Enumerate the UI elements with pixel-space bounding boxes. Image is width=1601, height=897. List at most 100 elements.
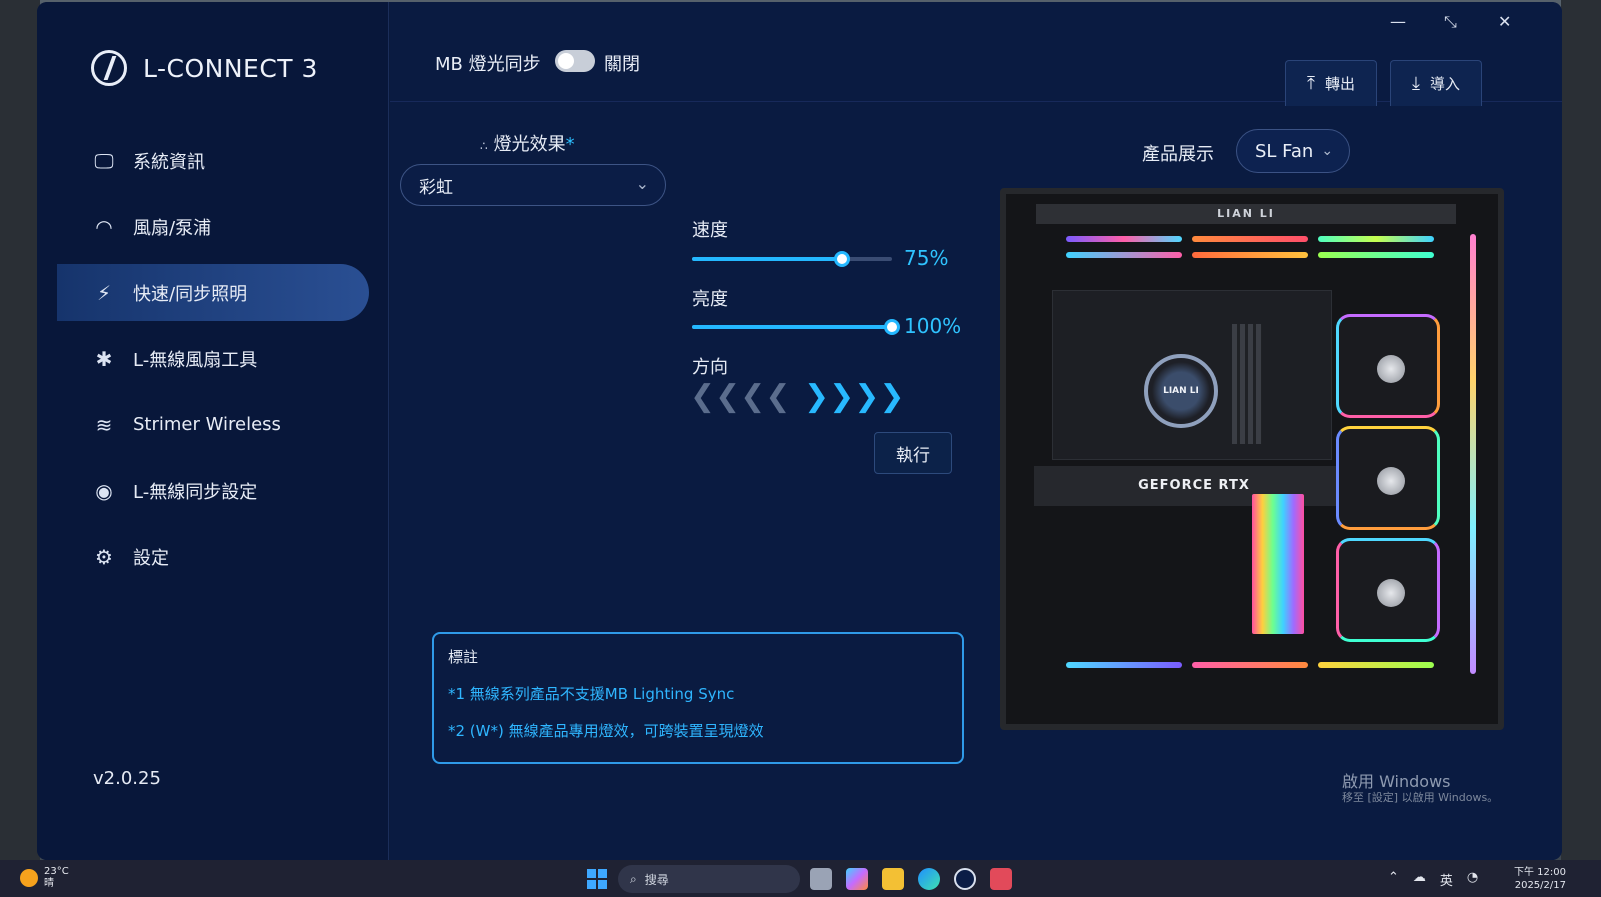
product-select[interactable]: SL Fan ⌄: [1236, 129, 1350, 173]
rgb-fan-strip: [1066, 662, 1182, 668]
rgb-fan-strip: [1192, 236, 1308, 242]
notes-title: 標註: [448, 648, 479, 666]
cloud-icon[interactable]: ☁: [1413, 870, 1426, 889]
lightning-icon: ⚡: [96, 280, 112, 305]
mb-sync-state: 關閉: [604, 54, 640, 75]
export-button[interactable]: ⤒ 轉出: [1285, 60, 1377, 106]
chevron-down-icon: ⌄: [1321, 143, 1334, 159]
main-panel: MB 燈光同步 關閉 — ⤡ ✕ ⤒ 轉出 ⤓ 導入 ∴ 燈光效果* 彩虹 ⌄ 速…: [390, 2, 1562, 860]
speed-slider-knob[interactable]: [834, 251, 850, 267]
speed-slider[interactable]: [692, 251, 892, 267]
rgb-fan-strip: [1192, 252, 1308, 258]
windows-logo-pane: [598, 869, 607, 878]
side-fan: [1336, 426, 1440, 530]
pc-case-preview: LIAN LI LIAN LI GEFORCE RTX: [1000, 188, 1504, 730]
snipping-tool-icon[interactable]: [990, 868, 1012, 890]
version-label: v2.0.25: [93, 768, 161, 789]
sidebar: L-CONNECT 3 🖵 系統資訊 ◠ 風扇/泵浦 ⚡ 快速/同步照明 ✱ L…: [37, 2, 389, 860]
sidebar-item-label: L-無線同步設定: [133, 481, 258, 503]
effect-label: ∴ 燈光效果*: [480, 134, 575, 155]
brightness-label: 亮度: [692, 289, 728, 310]
rgb-fan-strip: [1192, 662, 1308, 668]
speed-slider-fill: [692, 257, 842, 261]
sidebar-nav: 🖵 系統資訊 ◠ 風扇/泵浦 ⚡ 快速/同步照明 ✱ L-無線風扇工具 ≋ St…: [57, 132, 369, 594]
search-icon: ⌕: [630, 871, 637, 886]
wireless-sync-icon: ◉: [95, 478, 113, 503]
import-button[interactable]: ⤓ 導入: [1390, 60, 1482, 106]
ram-modules: [1232, 324, 1262, 444]
aio-cooler: LIAN LI: [1144, 354, 1218, 428]
brightness-slider-fill: [692, 325, 892, 329]
lianli-logo-icon: [91, 50, 127, 86]
l-connect-window: L-CONNECT 3 🖵 系統資訊 ◠ 風扇/泵浦 ⚡ 快速/同步照明 ✱ L…: [37, 2, 1562, 860]
windows-logo-pane: [587, 880, 596, 889]
effect-select-value: 彩虹: [419, 177, 453, 198]
direction-label: 方向: [692, 357, 728, 378]
sidebar-item-system-info[interactable]: 🖵 系統資訊: [57, 132, 369, 189]
app-title: L-CONNECT 3: [143, 53, 318, 83]
notes-line-2: *2 (W*) 無線產品專用燈效，可跨裝置呈現燈效: [448, 722, 764, 740]
sidebar-item-fan-pump[interactable]: ◠ 風扇/泵浦: [57, 198, 369, 255]
strimer-icon: ≋: [95, 412, 113, 437]
weather-desc: 晴: [44, 878, 54, 889]
brightness-slider[interactable]: [692, 319, 900, 335]
speed-value: 75%: [904, 246, 949, 270]
case-side-rgb-strip: [1470, 234, 1476, 674]
desktop-left-edge: [0, 0, 40, 860]
direction-left-button[interactable]: ❮❮❮❮: [690, 382, 791, 412]
strimer-cable: [1252, 494, 1304, 634]
fan-hub: [1377, 467, 1405, 495]
weather-temp: 23°C: [44, 866, 69, 877]
clock-time: 下午 12:00: [1514, 867, 1566, 878]
search-placeholder: 搜尋: [644, 872, 669, 887]
copilot-icon[interactable]: [846, 868, 868, 890]
clock-date: 2025/2/17: [1514, 880, 1566, 891]
chevron-up-icon[interactable]: ⌃: [1388, 870, 1399, 889]
rgb-fan-strip: [1318, 236, 1434, 242]
chevron-down-icon: ⌄: [635, 174, 649, 193]
taskbar: 23°C 晴 ⌕ 搜尋 ⌃ ☁ 英 ◔ 下午 12:00 2025/2/17: [0, 860, 1601, 897]
ime-indicator[interactable]: 英: [1440, 870, 1453, 889]
file-explorer-icon[interactable]: [882, 868, 904, 890]
product-select-value: SL Fan: [1255, 140, 1314, 162]
edge-icon[interactable]: [918, 868, 940, 890]
download-icon: ⤓: [1412, 73, 1420, 94]
fan-hub: [1377, 579, 1405, 607]
wifi-icon[interactable]: ◔: [1467, 870, 1478, 889]
case-brand-label: LIAN LI: [1036, 204, 1456, 224]
taskbar-clock[interactable]: 下午 12:00 2025/2/17: [1514, 866, 1566, 892]
rgb-fan-strip: [1318, 662, 1434, 668]
rgb-fan-strip: [1066, 236, 1182, 242]
windows-activation-hint: 移至 [設定] 以啟用 Windows。: [1342, 791, 1499, 804]
top-bar: MB 燈光同步 關閉 — ⤡ ✕ ⤒ 轉出 ⤓ 導入: [390, 2, 1562, 106]
sidebar-item-label: 快速/同步照明: [133, 283, 248, 305]
desktop-right-edge: [1561, 0, 1601, 860]
task-view-icon[interactable]: [810, 868, 832, 890]
sidebar-item-label: 系統資訊: [133, 151, 205, 173]
rgb-fan-strip: [1318, 252, 1434, 258]
sidebar-item-quick-sync-lighting[interactable]: ⚡ 快速/同步照明: [57, 264, 369, 321]
taskbar-search[interactable]: ⌕ 搜尋: [618, 865, 800, 893]
minimize-button[interactable]: —: [1390, 12, 1406, 31]
close-button[interactable]: ✕: [1498, 12, 1511, 31]
gear-icon: ⚙: [95, 544, 113, 569]
sidebar-item-settings[interactable]: ⚙ 設定: [57, 528, 369, 585]
mb-sync-toggle[interactable]: [555, 50, 595, 72]
upload-icon: ⤒: [1307, 73, 1315, 94]
direction-right-button[interactable]: ❯❯❯❯: [804, 382, 905, 412]
run-button[interactable]: 執行: [874, 432, 952, 474]
notes-box: 標註 *1 無線系列產品不支援MB Lighting Sync *2 (W*) …: [432, 632, 964, 764]
brightness-slider-knob[interactable]: [884, 319, 900, 335]
sun-icon: [20, 869, 38, 887]
speed-label: 速度: [692, 220, 728, 241]
start-button[interactable]: [587, 869, 607, 889]
sidebar-item-wireless-sync-settings[interactable]: ◉ L-無線同步設定: [57, 462, 369, 519]
sidebar-item-strimer-wireless[interactable]: ≋ Strimer Wireless: [57, 396, 369, 453]
sidebar-item-wireless-fan-tool[interactable]: ✱ L-無線風扇工具: [57, 330, 369, 387]
l-connect-taskbar-icon[interactable]: [954, 868, 976, 890]
sidebar-item-label: 設定: [133, 547, 169, 569]
effect-select[interactable]: 彩虹 ⌄: [400, 164, 666, 206]
notes-line-1: *1 無線系列產品不支援MB Lighting Sync: [448, 685, 735, 703]
weather-widget[interactable]: 23°C 晴: [20, 866, 69, 890]
restore-button[interactable]: ⤡: [1444, 12, 1457, 32]
